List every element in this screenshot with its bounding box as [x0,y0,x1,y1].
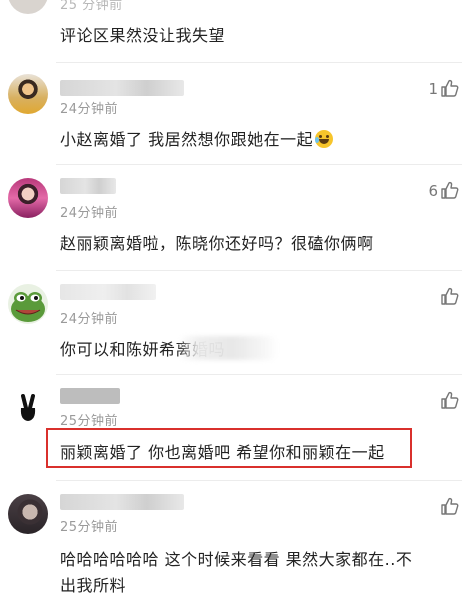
avatar[interactable] [8,494,48,534]
like-button[interactable] [438,388,460,410]
like-button[interactable]: 6 [428,178,460,200]
comment-item: 25分钟前 哈哈哈哈哈哈 这个时候来看看 果然大家都在..不 出我所料 [0,482,476,609]
comment-text: 赵丽颖离婚啦，陈晓你还好吗？很磕你俩啊 [60,234,374,253]
comment-text: 小赵离婚了 我居然想你跟她在一起 [60,126,334,150]
divider [56,270,462,271]
thumbs-up-icon [441,391,459,409]
comment-text: 评论区果然没让我失望 [60,26,226,45]
username-redacted[interactable] [60,388,120,404]
like-button[interactable]: 1 [428,76,460,98]
comment-time: 24分钟前 [60,206,119,221]
comment-time: 25分钟前 [60,414,119,429]
comment-text-line-1: 哈哈哈哈哈哈 这个时候来看看 果然大家都在..不 [60,550,413,569]
avatar[interactable] [8,178,48,218]
username-redacted[interactable] [60,80,184,96]
peace-hand-icon [20,394,36,421]
thumbs-up-icon [441,287,459,305]
peace-hand-avatar[interactable] [8,388,48,428]
redaction-blur [178,336,278,360]
like-count: 6 [428,182,438,200]
comment-item: 25 分钟前 评论区果然没让我失望 [0,0,476,58]
comment-time: 24分钟前 [60,312,119,327]
comment-item: 24分钟前 小赵离婚了 我居然想你跟她在一起 1 [0,64,476,164]
comment-text: 丽颖离婚了 你也离婚吧 希望你和丽颖在一起 [60,443,385,462]
laughing-crying-emoji [315,130,334,148]
divider [56,480,462,481]
divider [56,164,462,165]
frog-avatar[interactable] [8,284,48,324]
avatar[interactable] [8,74,48,114]
like-count: 1 [428,80,438,98]
divider [56,62,462,63]
username-redacted[interactable] [60,284,156,300]
comment-time: 24分钟前 [60,102,119,117]
username-redacted[interactable] [60,494,184,510]
avatar[interactable] [8,0,48,14]
divider [56,374,462,375]
thumbs-up-icon [441,181,459,199]
frog-icon [11,292,45,322]
like-button[interactable] [438,284,460,306]
comment-item: 24分钟前 你可以和陈妍希离婚吗 [0,272,476,372]
comment-item: 24分钟前 赵丽颖离婚啦，陈晓你还好吗？很磕你俩啊 6 [0,166,476,266]
comment-text-line-2: 出我所料 [60,576,127,595]
comment-time: 25 分钟前 [60,0,123,13]
thumbs-up-icon [441,497,459,515]
comment-item: 25分钟前 丽颖离婚了 你也离婚吧 希望你和丽颖在一起 [0,376,476,478]
like-button[interactable] [438,494,460,516]
comment-time: 25分钟前 [60,520,119,535]
comment-text-body: 小赵离婚了 我居然想你跟她在一起 [60,130,314,149]
username-redacted[interactable] [60,178,116,194]
thumbs-up-icon [441,79,459,97]
